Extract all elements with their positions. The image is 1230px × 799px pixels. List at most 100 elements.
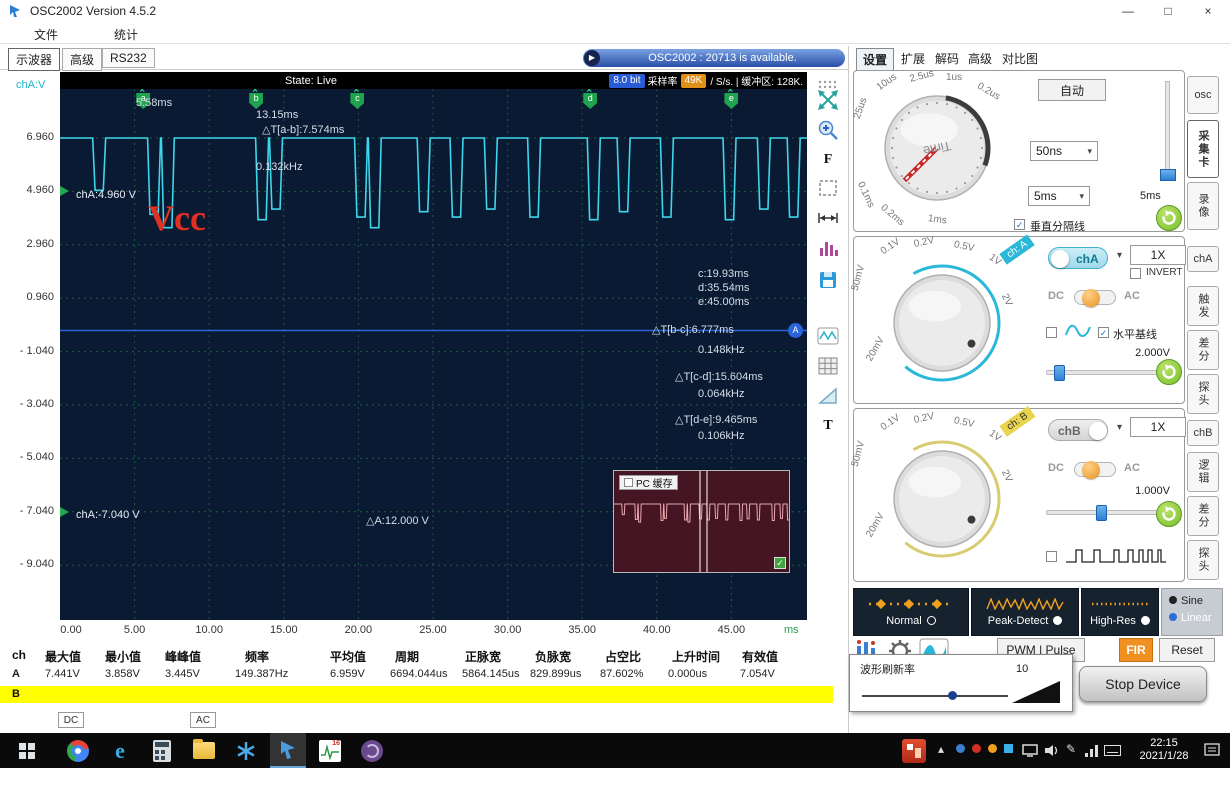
panel-tab-extension[interactable]: 扩展 [895,48,931,69]
edge-icon[interactable]: e [102,733,138,768]
close-button[interactable]: × [1188,0,1228,22]
maximize-button[interactable]: □ [1148,0,1188,22]
play-icon[interactable]: ▶ [584,50,600,66]
osc-app-icon[interactable] [270,733,306,768]
timebase-fine-select[interactable]: 50ns ▾ [1030,141,1098,161]
horizontal-measure-icon[interactable] [816,206,840,230]
chb-offset-slider-handle[interactable] [1096,505,1107,521]
side-tab-probe-b[interactable]: 探头 [1187,540,1219,580]
panel-tab-decode[interactable]: 解码 [929,48,965,69]
panel-tab-advanced[interactable]: 高级 [962,48,998,69]
move-icon[interactable] [816,88,840,112]
cha-probe-select[interactable]: 1X [1130,245,1186,265]
peak-detect-radio[interactable] [1053,616,1063,625]
chb-dc-label[interactable]: DC [1048,462,1064,474]
panel-tab-settings[interactable]: 设置 [856,48,895,71]
cha-offset-slider-handle[interactable] [1054,365,1065,381]
tray-app-icon-2[interactable] [972,742,981,756]
app-purple-icon[interactable] [354,733,390,768]
side-tab-differential-b[interactable]: 差分 [1187,496,1219,536]
timebase-reset-button[interactable] [1156,205,1182,231]
taskbar-clock[interactable]: 22:15 2021/1/28 [1132,737,1196,763]
tray-expand-icon[interactable]: ▴ [938,742,944,756]
side-tab-differential-a[interactable]: 差分 [1187,330,1219,370]
save-icon[interactable] [816,268,840,292]
calculator-icon[interactable] [144,733,180,768]
tab-oscilloscope[interactable]: 示波器 [8,48,61,71]
network-icon[interactable] [1084,744,1099,757]
volume-icon[interactable] [1044,744,1060,757]
vertical-divider-checkbox[interactable] [1014,219,1025,230]
start-button[interactable] [4,733,50,768]
menu-file[interactable]: 文件 [26,24,66,45]
cha-invert-checkbox[interactable] [1130,268,1141,279]
file-explorer-icon[interactable] [186,733,222,768]
waveform-view-icon[interactable] [816,324,840,348]
frame-select-icon[interactable] [816,176,840,200]
side-tab-trigger[interactable]: 触发 [1187,286,1219,326]
side-tab-osc[interactable]: osc [1187,76,1219,114]
notifications-icon[interactable] [1204,743,1220,757]
scope16-app-icon[interactable]: 16 [312,733,348,768]
minimize-button[interactable]: — [1108,0,1148,22]
chb-reset-button[interactable] [1156,501,1182,527]
pc-cache-chip[interactable]: PC 缓存 [619,475,678,490]
cha-coupling-toggle[interactable] [1074,289,1116,307]
triangle-measure-icon[interactable] [816,384,840,408]
reset-button[interactable]: Reset [1159,638,1215,662]
side-tab-recording[interactable]: 录像 [1187,182,1219,230]
monitor-icon[interactable] [1022,744,1038,757]
auto-button[interactable]: 自动 [1038,79,1106,101]
side-tab-capture-card[interactable]: 采集卡 [1187,120,1219,178]
histogram-icon[interactable] [816,236,840,260]
pc-cache-panel[interactable]: PC 缓存 ✓ [613,470,790,573]
acquire-mode-peak-detect[interactable]: Peak-Detect [971,588,1079,636]
tray-app-icon-4[interactable] [1004,742,1013,756]
pc-cache-checkbox[interactable] [624,478,633,487]
refresh-rate-slider[interactable] [862,691,1008,701]
chb-enable-button[interactable]: chB [1048,419,1108,441]
side-tab-cha[interactable]: chA [1187,246,1219,272]
tray-app-icon-3[interactable] [988,742,997,756]
mode-linear-row[interactable]: Linear [1169,612,1215,624]
cha-level-bottom-marker[interactable] [60,507,69,517]
panel-tab-comparison[interactable]: 对比图 [996,48,1044,69]
trigger-tool-label[interactable]: T [816,414,840,438]
chb-volts-knob[interactable] [858,415,1026,586]
tray-red-app-icon[interactable] [898,733,930,768]
trigger-level-badge[interactable]: A [788,323,803,338]
keyboard-icon[interactable] [1104,745,1121,756]
chb-pulse-checkbox[interactable] [1046,551,1057,562]
timebase-select[interactable]: 5ms ▾ [1028,186,1090,206]
cha-offset-slider[interactable] [1046,365,1162,381]
chb-offset-slider[interactable] [1046,505,1162,521]
legend-dc[interactable]: DC [58,712,84,728]
linear-radio[interactable] [1169,613,1177,621]
high-res-radio[interactable] [1140,616,1150,625]
cha-baseline-checkbox[interactable] [1098,327,1109,338]
acquire-mode-high-res[interactable]: High-Res [1081,588,1159,636]
grid-view-icon[interactable] [816,354,840,378]
side-tab-chb[interactable]: chB [1187,420,1219,446]
cha-reset-button[interactable] [1156,359,1182,385]
pen-icon[interactable]: ✎ [1066,742,1076,756]
fir-button[interactable]: FIR [1119,638,1153,662]
waveform-plot[interactable]: × a × b × c × d × e 5.58ms 13.15ms △T[a-b]:7.574m… [60,89,807,620]
timebase-slider[interactable] [1160,81,1176,181]
cha-level-top-marker[interactable] [60,186,69,196]
tray-app-icon-1[interactable] [956,742,965,756]
legend-ac[interactable]: AC [190,712,216,728]
chb-probe-select[interactable]: 1X [1130,417,1186,437]
mode-sine-row[interactable]: Sine [1169,595,1215,607]
measurement-row-b[interactable]: B [0,686,833,703]
pc-cache-confirm-checkbox[interactable]: ✓ [774,557,786,569]
fft-tool-label[interactable]: F [816,148,840,172]
sine-radio[interactable] [1169,596,1177,604]
chb-coupling-toggle[interactable] [1074,461,1116,479]
refresh-rate-slider-handle[interactable] [948,691,957,700]
acquire-mode-normal[interactable]: Normal [853,588,969,636]
zoom-in-icon[interactable] [816,118,840,142]
chevron-down-icon[interactable]: ▾ [1117,422,1122,433]
side-tab-logic[interactable]: 逻辑 [1187,452,1219,492]
chevron-down-icon[interactable]: ▾ [1117,250,1122,261]
